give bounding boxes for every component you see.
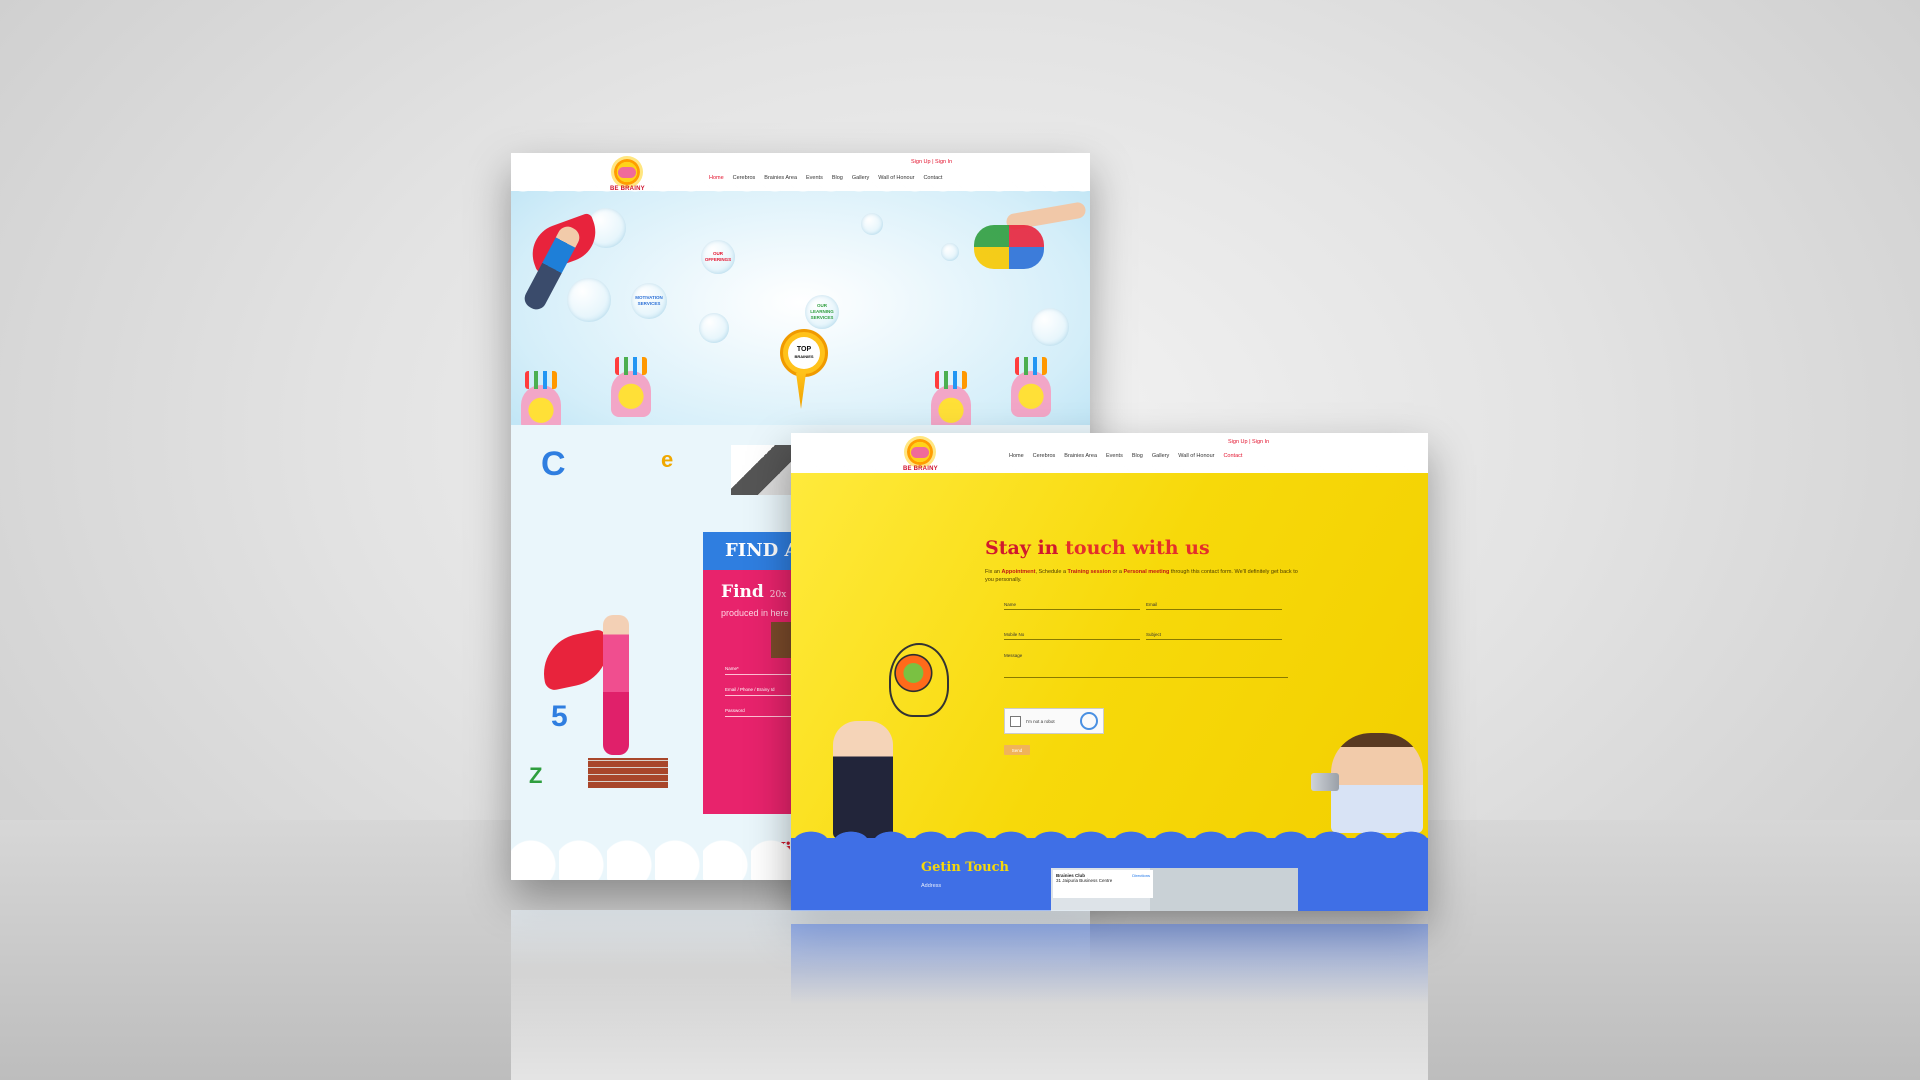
chain-links — [974, 225, 1044, 269]
logo-text: BE BRAINY — [610, 186, 645, 192]
intro-text: Fix an Appointment, Schedule a Training … — [985, 568, 1305, 584]
intro-mid1: , Schedule a — [1035, 569, 1068, 575]
sun-icon — [614, 159, 641, 185]
mobile-field[interactable]: Mobile No — [1004, 632, 1140, 640]
card-thumbnail — [771, 622, 793, 658]
captcha-label: I'm not a robot — [1026, 718, 1055, 724]
nav-item-gallery[interactable]: Gallery — [852, 175, 869, 181]
badge-title: TOP — [796, 346, 812, 353]
superhero-girl — [603, 615, 629, 755]
decor-letter: 5 — [551, 700, 568, 733]
painted-hand — [611, 357, 651, 417]
embedded-map[interactable]: Brainies Club 31 Jaipuria Business Centr… — [1051, 868, 1298, 911]
decor-letter: Z — [529, 763, 543, 788]
logo[interactable]: BE BRAINY — [903, 439, 938, 472]
logo[interactable]: BE BRAINY — [610, 159, 645, 192]
captcha-checkbox[interactable] — [1010, 715, 1021, 727]
wave-divider — [791, 830, 1428, 842]
intro-appointment: Appointment — [1001, 569, 1036, 575]
badge-subtitle: BRAINIES — [794, 354, 814, 359]
nav-item-contact[interactable]: Contact — [923, 175, 942, 181]
map-card-address: 31 Jaipuria Business Centre — [1056, 878, 1113, 883]
kid-on-phone — [833, 721, 893, 839]
brain-icon — [618, 166, 637, 178]
nav-item-contact[interactable]: Contact — [1223, 453, 1242, 459]
getin-touch-section: Getin Touch Address Brainies Club 31 Jai… — [791, 830, 1428, 911]
auth-links[interactable]: Sign Up | Sign In — [911, 159, 952, 165]
auth-links[interactable]: Sign Up | Sign In — [1228, 439, 1269, 445]
nav-item-brainies-area[interactable]: Brainies Area — [764, 175, 797, 181]
nav-item-brainies-area[interactable]: Brainies Area — [1064, 453, 1097, 459]
lightbulb-illustration — [889, 643, 949, 717]
bubble-decor — [941, 243, 959, 261]
top-brainies-badge[interactable]: TOP BRAINIES — [780, 329, 828, 377]
contact-page-mockup: BE BRAINY Sign Up | Sign In Home Cerebro… — [791, 433, 1428, 911]
bubble-decor — [699, 313, 729, 343]
brain-icon — [911, 446, 930, 458]
sun-icon — [907, 439, 934, 465]
message-field[interactable]: Message — [1004, 653, 1288, 678]
title-part1: Stay in — [985, 537, 1059, 559]
bubble-offerings[interactable]: OUR OFFERINGS — [701, 240, 735, 274]
badge-inner: TOP BRAINIES — [788, 337, 820, 369]
nav-item-cerebros[interactable]: Cerebros — [733, 175, 756, 181]
header-clouds — [511, 153, 1090, 205]
bubble-decor — [567, 278, 611, 322]
painted-hand — [1011, 357, 1051, 417]
hero-section: BE BRAINY Sign Up | Sign In Home Cerebro… — [511, 153, 1090, 431]
find-heading: Find 20x — [721, 582, 786, 602]
bubble-motivation[interactable]: MOTIVATION SERVICES — [631, 283, 667, 319]
name-field[interactable]: Name — [1004, 602, 1140, 610]
brick-pedestal — [588, 758, 668, 788]
tin-can-phone — [1311, 773, 1339, 791]
nav-item-events[interactable]: Events — [806, 175, 823, 181]
nav-item-events[interactable]: Events — [1106, 453, 1123, 459]
pencil-stem — [796, 373, 806, 409]
bubble-decor — [1031, 308, 1069, 346]
logo-text: BE BRAINY — [903, 466, 938, 472]
decor-letter: C — [541, 445, 566, 483]
nav-item-wall-of-honour[interactable]: Wall of Honour — [878, 175, 914, 181]
intro-prefix: Fix an — [985, 569, 1002, 575]
intro-training: Training session — [1067, 569, 1111, 575]
intro-mid2: or a — [1110, 569, 1124, 575]
recaptcha-widget[interactable]: I'm not a robot — [1004, 708, 1104, 734]
address-label: Address — [921, 883, 942, 889]
kid-with-can-phone — [1331, 733, 1423, 833]
nav-item-gallery[interactable]: Gallery — [1152, 453, 1169, 459]
email-field[interactable]: Email — [1146, 602, 1282, 610]
nav-item-home[interactable]: Home — [1009, 453, 1024, 459]
nav-item-home[interactable]: Home — [709, 175, 724, 181]
find-heading-suffix: 20x — [769, 590, 787, 600]
reflection-front — [791, 924, 1428, 1004]
title-part2: touch with us — [1058, 537, 1210, 559]
recaptcha-icon — [1080, 712, 1098, 730]
main-nav: Home Cerebros Brainies Area Events Blog … — [1009, 453, 1242, 459]
main-nav: Home Cerebros Brainies Area Events Blog … — [709, 175, 942, 181]
find-subtitle: produced in here — [721, 608, 789, 618]
intro-personal: Personal meeting — [1123, 569, 1170, 575]
map-info-card: Brainies Club 31 Jaipuria Business Centr… — [1053, 870, 1153, 898]
reflection — [511, 910, 1428, 1080]
decor-letter: e — [661, 447, 674, 472]
laptop-photo — [731, 445, 791, 495]
nav-item-wall-of-honour[interactable]: Wall of Honour — [1178, 453, 1214, 459]
directions-link[interactable]: Directions — [1132, 873, 1150, 878]
subject-field[interactable]: Subject — [1146, 632, 1282, 640]
bubble-learning[interactable]: OUR LEARNING SERVICES — [805, 295, 839, 329]
nav-item-blog[interactable]: Blog — [1132, 453, 1143, 459]
nav-item-blog[interactable]: Blog — [832, 175, 843, 181]
bubble-decor — [861, 213, 883, 235]
getin-title: Getin Touch — [921, 860, 1009, 875]
find-heading-text: Find — [721, 582, 764, 602]
nav-item-cerebros[interactable]: Cerebros — [1033, 453, 1056, 459]
send-button[interactable]: Send — [1004, 745, 1030, 755]
page-title: Stay in touch with us — [985, 537, 1210, 559]
